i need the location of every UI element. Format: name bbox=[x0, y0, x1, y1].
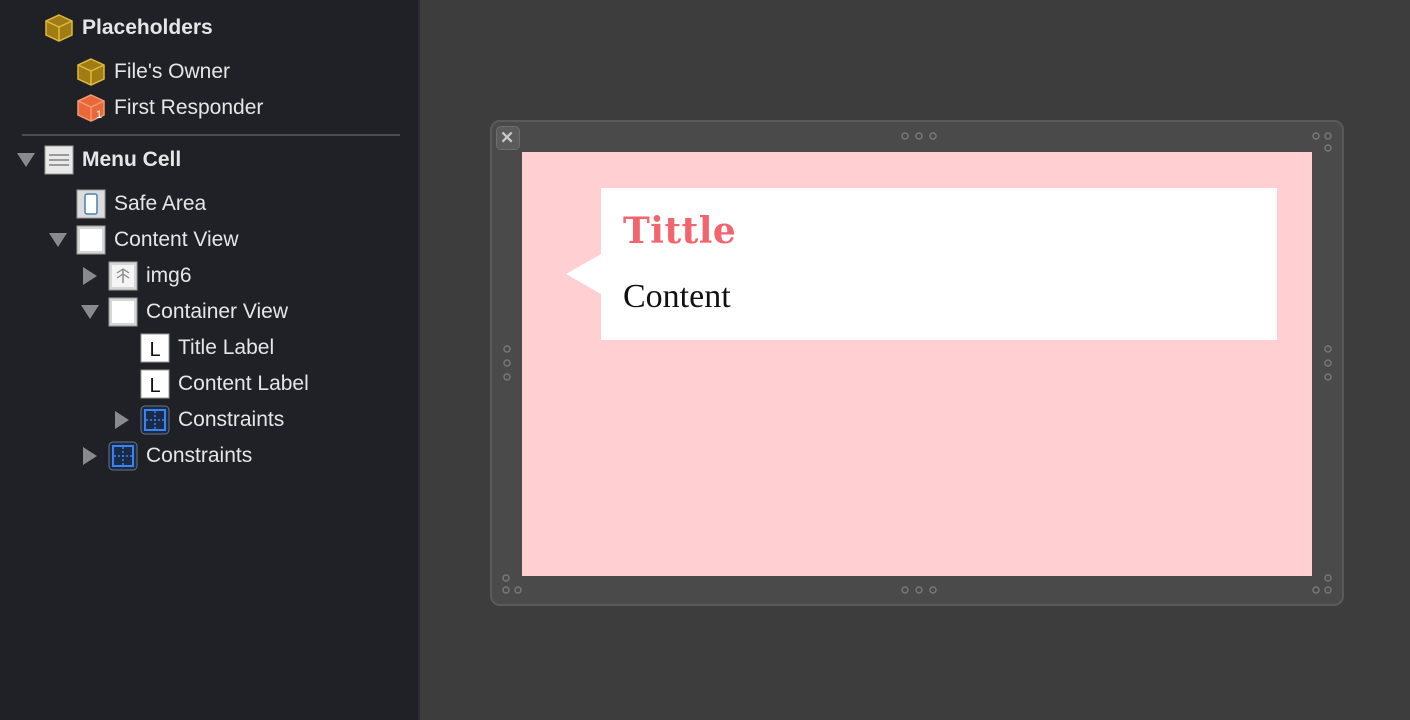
outline-item-label: Constraints bbox=[146, 444, 253, 467]
constraints-icon bbox=[108, 441, 138, 471]
view-icon bbox=[76, 225, 106, 255]
resize-handle-left-icon[interactable] bbox=[501, 344, 513, 382]
outline-item-placeholders[interactable]: Placeholders bbox=[44, 12, 213, 44]
first-responder-icon: 1 bbox=[76, 93, 106, 123]
outline-item-first-responder[interactable]: 1 First Responder bbox=[76, 92, 263, 124]
outline-item-content-view[interactable]: Content View bbox=[76, 224, 239, 256]
svg-text:L: L bbox=[149, 339, 160, 361]
outline-item-content-label[interactable]: L Content Label bbox=[140, 368, 309, 400]
outline-item-menu-cell[interactable]: Menu Cell bbox=[44, 144, 181, 176]
close-scene-icon[interactable] bbox=[496, 126, 520, 150]
bubble-tail bbox=[566, 254, 601, 294]
resize-handle-right-icon[interactable] bbox=[1322, 344, 1334, 382]
outline-item-container-view[interactable]: Container View bbox=[108, 296, 288, 328]
constraints-icon bbox=[140, 405, 170, 435]
safe-area-icon bbox=[76, 189, 106, 219]
svg-text:1: 1 bbox=[96, 109, 102, 121]
view-icon bbox=[108, 297, 138, 327]
outline-item-label: Title Label bbox=[178, 336, 275, 359]
outline-item-files-owner[interactable]: File's Owner bbox=[76, 56, 230, 88]
outline-item-label: Constraints bbox=[178, 408, 285, 431]
title-label-preview[interactable]: Tittle bbox=[623, 210, 736, 252]
disclosure-triangle-expanded[interactable] bbox=[17, 153, 35, 167]
resize-handle-bottom-icon[interactable] bbox=[900, 585, 938, 595]
outline-item-label: Content View bbox=[114, 228, 239, 251]
outline-item-label: Placeholders bbox=[82, 16, 213, 39]
resize-handle-bottom-right-icon[interactable] bbox=[1310, 572, 1336, 598]
outline-item-label: First Responder bbox=[114, 96, 264, 119]
resize-handle-top-icon[interactable] bbox=[900, 131, 938, 141]
resize-handle-top-right-icon[interactable] bbox=[1310, 130, 1336, 156]
outline-item-container-constraints[interactable]: Constraints bbox=[140, 404, 284, 436]
outline-item-title-label[interactable]: L Title Label bbox=[140, 332, 274, 364]
outline-item-label: img6 bbox=[146, 264, 192, 287]
outline-item-label: Menu Cell bbox=[82, 148, 182, 171]
cube-icon bbox=[44, 13, 74, 43]
content-label-preview[interactable]: Content bbox=[623, 278, 731, 316]
image-view-icon bbox=[108, 261, 138, 291]
disclosure-triangle-collapsed[interactable] bbox=[83, 447, 97, 465]
outline-item-safe-area[interactable]: Safe Area bbox=[76, 188, 206, 220]
outline-item-img6[interactable]: img6 bbox=[108, 260, 192, 292]
disclosure-triangle-expanded[interactable] bbox=[49, 233, 67, 247]
outline-item-constraints[interactable]: Constraints bbox=[108, 440, 252, 472]
disclosure-triangle-expanded[interactable] bbox=[81, 305, 99, 319]
cube-icon bbox=[76, 57, 106, 87]
outline-item-label: Container View bbox=[146, 300, 289, 323]
label-icon: L bbox=[140, 369, 170, 399]
svg-text:L: L bbox=[149, 375, 160, 397]
label-icon: L bbox=[140, 333, 170, 363]
disclosure-triangle-collapsed[interactable] bbox=[83, 267, 97, 285]
table-cell-icon bbox=[44, 145, 74, 175]
document-outline: Placeholders File's Owner 1 First Respon… bbox=[0, 0, 420, 720]
outline-divider bbox=[22, 134, 400, 136]
outline-item-label: Content Label bbox=[178, 372, 309, 395]
disclosure-triangle-collapsed[interactable] bbox=[115, 411, 129, 429]
outline-item-label: File's Owner bbox=[114, 60, 231, 83]
outline-item-label: Safe Area bbox=[114, 192, 207, 215]
